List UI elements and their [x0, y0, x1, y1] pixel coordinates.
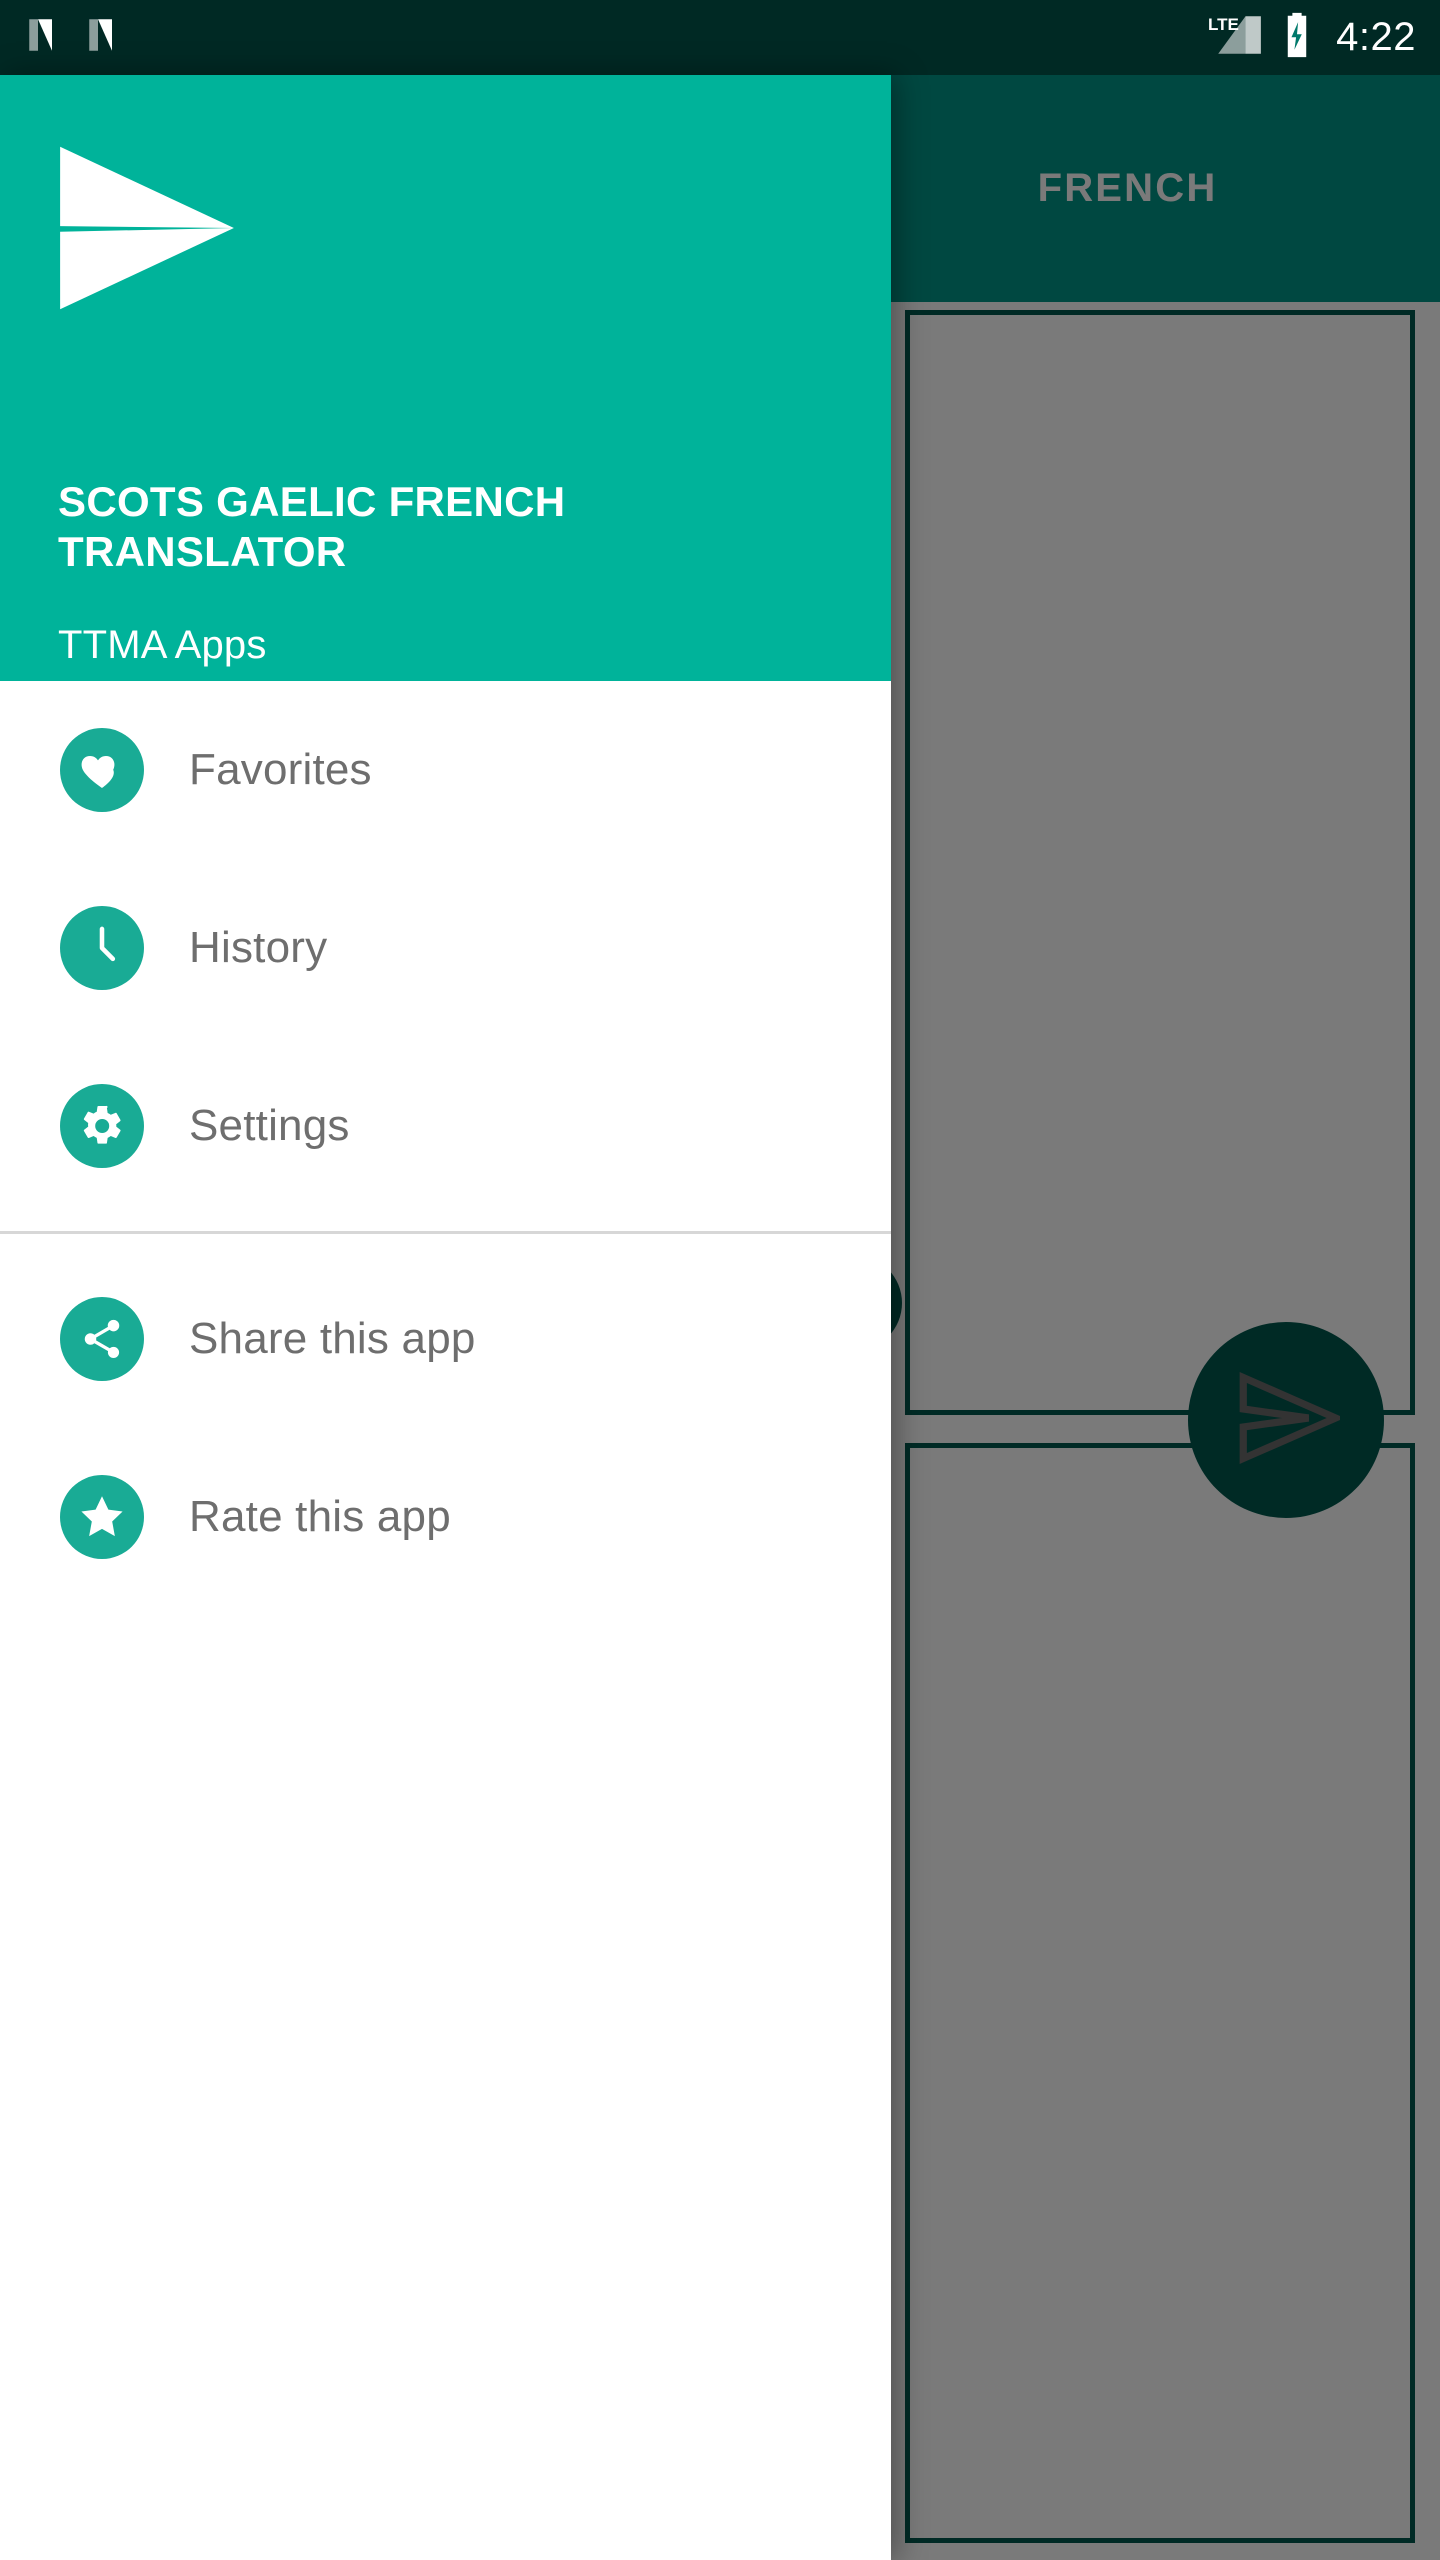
- source-text-field[interactable]: [905, 310, 1415, 1415]
- sidebar-item-label: Rate this app: [189, 1492, 451, 1541]
- phone-screen: SCOTS GAELIC FRENCH: [0, 0, 1440, 2560]
- status-bar-system-icons: LTE 4:22: [1208, 11, 1416, 64]
- drawer-divider: [0, 1231, 891, 1234]
- svg-text:LTE: LTE: [1208, 15, 1239, 34]
- sidebar-item-settings[interactable]: Settings: [0, 1037, 891, 1215]
- paper-plane-logo-icon: [52, 143, 242, 313]
- drawer-primary-list: Favorites History Settings: [0, 681, 891, 1215]
- clock-icon: [60, 906, 144, 990]
- translate-send-fab[interactable]: [1188, 1322, 1384, 1518]
- status-bar: LTE 4:22: [0, 0, 1440, 75]
- sidebar-item-favorites[interactable]: Favorites: [0, 681, 891, 859]
- sidebar-item-share-app[interactable]: Share this app: [0, 1250, 891, 1428]
- status-bar-notifications: [24, 14, 126, 61]
- drawer-secondary-list: Share this app Rate this app: [0, 1250, 891, 1606]
- status-bar-clock: 4:22: [1336, 15, 1416, 59]
- sidebar-item-label: Favorites: [189, 745, 372, 794]
- share-icon: [60, 1297, 144, 1381]
- gear-icon: [60, 1084, 144, 1168]
- battery-charging-icon: [1282, 11, 1312, 64]
- target-language-tab[interactable]: FRENCH: [815, 166, 1440, 211]
- sidebar-item-label: Settings: [189, 1101, 350, 1150]
- android-n-icon: [84, 14, 126, 61]
- sidebar-item-label: History: [189, 923, 328, 972]
- star-icon: [60, 1475, 144, 1559]
- android-n-icon: [24, 14, 66, 61]
- navigation-drawer: SCOTS GAELIC FRENCH TRANSLATOR TTMA Apps…: [0, 75, 891, 2560]
- sidebar-item-rate-app[interactable]: Rate this app: [0, 1428, 891, 1606]
- target-text-field[interactable]: [905, 1443, 1415, 2543]
- send-icon: [1232, 1364, 1345, 1477]
- heart-icon: [60, 728, 144, 812]
- sidebar-item-label: Share this app: [189, 1314, 476, 1363]
- sidebar-item-history[interactable]: History: [0, 859, 891, 1037]
- drawer-header: SCOTS GAELIC FRENCH TRANSLATOR TTMA Apps: [0, 75, 891, 681]
- drawer-app-publisher: TTMA Apps: [58, 623, 267, 667]
- signal-bars-icon: LTE: [1208, 12, 1266, 63]
- drawer-app-title: SCOTS GAELIC FRENCH TRANSLATOR: [58, 478, 566, 575]
